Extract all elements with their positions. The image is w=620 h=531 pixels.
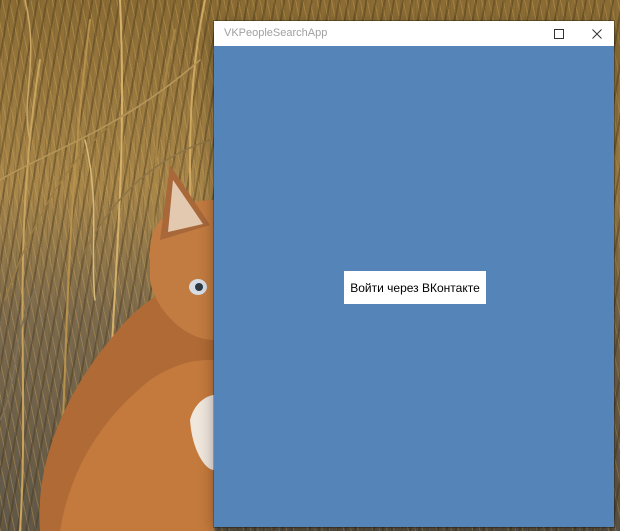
window-title: VKPeopleSearchApp — [224, 27, 328, 39]
login-vk-button[interactable]: Войти через ВКонтакте — [344, 271, 486, 304]
main-content: Войти через ВКонтакте — [214, 46, 614, 527]
close-button[interactable] — [578, 21, 616, 46]
title-bar[interactable]: VKPeopleSearchApp — [214, 21, 614, 46]
maximize-button[interactable] — [540, 21, 578, 46]
maximize-icon — [554, 28, 564, 39]
close-icon — [592, 28, 602, 39]
app-window: VKPeopleSearchApp Войти через ВКонтакте — [214, 21, 614, 527]
